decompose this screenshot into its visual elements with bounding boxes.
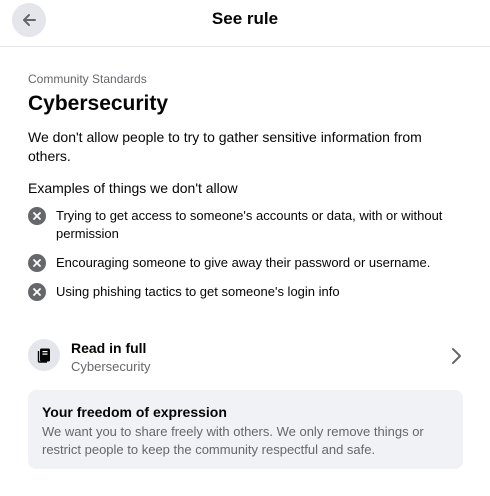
rule-content: Community Standards Cybersecurity We don… xyxy=(28,72,468,312)
rule-title: Cybersecurity xyxy=(28,92,169,115)
x-circle-icon xyxy=(28,283,46,301)
freedom-title: Your freedom of expression xyxy=(42,404,227,420)
freedom-body: We want you to share freely with others.… xyxy=(42,424,424,457)
book-icon xyxy=(37,348,50,363)
example-text: Trying to get access to someone's accoun… xyxy=(56,208,443,241)
read-in-full-subtitle: Cybersecurity xyxy=(71,359,151,374)
section-label: Community Standards xyxy=(28,72,147,86)
example-item: Using phishing tactics to get someone's … xyxy=(28,283,468,301)
example-item: Encouraging someone to give away their p… xyxy=(28,254,468,272)
chevron-right-icon xyxy=(452,348,461,364)
examples-heading: Examples of things we don't allow xyxy=(28,180,238,196)
example-text: Encouraging someone to give away their p… xyxy=(56,255,431,270)
read-in-full-title: Read in full xyxy=(71,340,147,356)
examples-list: Trying to get access to someone's accoun… xyxy=(28,207,468,301)
x-circle-icon xyxy=(28,254,46,272)
read-in-full-link[interactable]: Read in full Cybersecurity xyxy=(28,337,464,377)
x-circle-icon xyxy=(28,207,46,225)
rule-description: We don't allow people to try to gather s… xyxy=(28,129,422,164)
book-icon-container xyxy=(28,339,60,371)
dialog-title: See rule xyxy=(211,9,279,28)
example-text: Using phishing tactics to get someone's … xyxy=(56,284,340,299)
freedom-of-expression-card: Your freedom of expression We want you t… xyxy=(28,390,463,469)
example-item: Trying to get access to someone's accoun… xyxy=(28,207,468,243)
dialog-header: See rule xyxy=(0,0,490,47)
